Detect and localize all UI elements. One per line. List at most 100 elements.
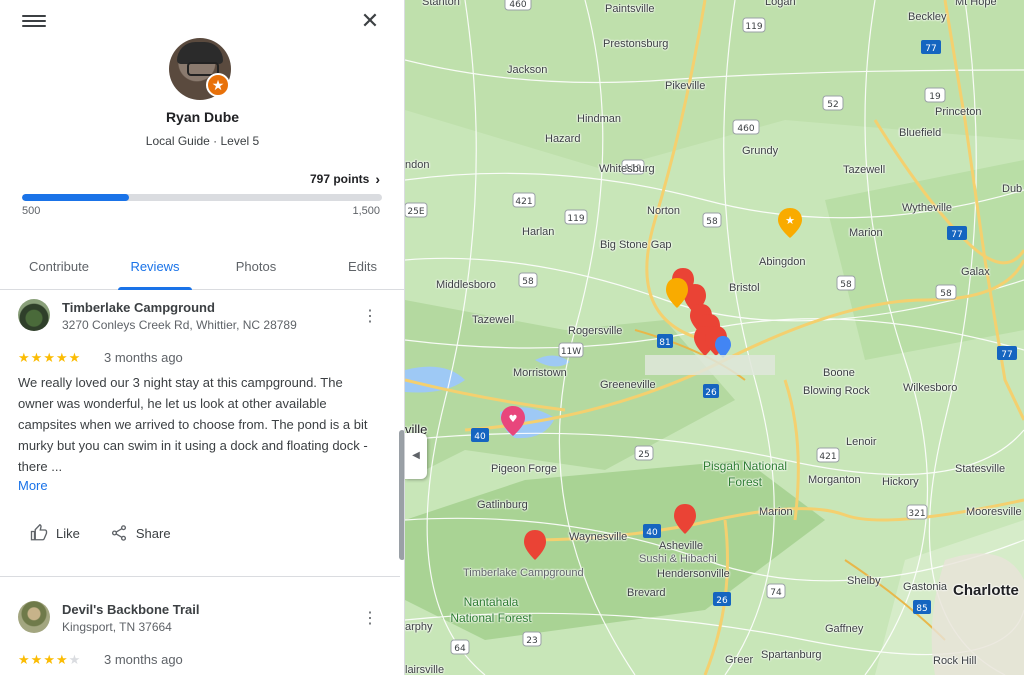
- tab-contribute[interactable]: Contribute: [0, 248, 118, 289]
- map-label[interactable]: Grundy: [742, 145, 778, 157]
- review-time: 3 months ago: [104, 652, 183, 667]
- map-label[interactable]: Timberlake Campground: [463, 567, 584, 579]
- svg-text:85: 85: [916, 604, 927, 614]
- map-label[interactable]: Whitesburg: [599, 163, 655, 175]
- place-thumbnail[interactable]: [18, 299, 50, 331]
- star-icon: ★: [18, 350, 31, 365]
- map-label[interactable]: Hazard: [545, 133, 580, 145]
- map-label[interactable]: Gaffney: [825, 623, 863, 635]
- map-label[interactable]: Harlan: [522, 226, 554, 238]
- map-label[interactable]: Galax: [961, 266, 990, 278]
- like-button[interactable]: Like: [30, 524, 80, 542]
- collapse-panel-button[interactable]: ◀: [405, 433, 427, 479]
- progress-min: 500: [22, 205, 41, 217]
- map-label[interactable]: Bluefield: [899, 127, 941, 139]
- map-label[interactable]: Gatlinburg: [477, 499, 528, 511]
- map-label[interactable]: Hendersonville: [657, 568, 730, 580]
- map-label[interactable]: Logan: [765, 0, 796, 8]
- svg-text:77: 77: [1001, 350, 1012, 360]
- close-button[interactable]: ✕: [358, 9, 382, 33]
- map-label[interactable]: Spartanburg: [761, 649, 822, 661]
- svg-text:460: 460: [509, 0, 526, 10]
- map-label[interactable]: Stanton: [422, 0, 460, 8]
- map-label[interactable]: Princeton: [935, 106, 981, 118]
- map-label[interactable]: Prestonsburg: [603, 38, 668, 50]
- points-link[interactable]: 797 points ›: [310, 171, 380, 187]
- map-label[interactable]: Jackson: [507, 64, 547, 76]
- map-label[interactable]: Tazewell: [472, 314, 514, 326]
- svg-text:26: 26: [716, 596, 728, 606]
- like-label: Like: [56, 525, 80, 541]
- star-rating: ★★★★★: [18, 652, 81, 668]
- map-label[interactable]: Rogersville: [568, 325, 622, 337]
- map-label[interactable]: Morganton: [808, 474, 861, 486]
- map-label[interactable]: Greer: [725, 654, 753, 666]
- menu-icon: [22, 15, 46, 17]
- map-label[interactable]: Beckley: [908, 11, 947, 23]
- svg-text:25E: 25E: [407, 207, 424, 217]
- map-label[interactable]: Rock Hill: [933, 655, 976, 667]
- tab-reviews[interactable]: Reviews: [118, 248, 192, 290]
- map-label[interactable]: Pigeon Forge: [491, 463, 557, 475]
- map-label[interactable]: Marion: [849, 227, 883, 239]
- map-label[interactable]: Boone: [823, 367, 855, 379]
- map-label[interactable]: Mt Hope: [955, 0, 997, 8]
- map-label[interactable]: Hickory: [882, 476, 919, 488]
- map-label[interactable]: Charlotte: [953, 582, 1019, 599]
- map-label[interactable]: Brevard: [627, 587, 666, 599]
- points-progress-fill: [22, 194, 129, 201]
- map-label[interactable]: Tazewell: [843, 164, 885, 176]
- map-label[interactable]: Pisgah National Forest: [695, 458, 795, 490]
- map-label[interactable]: Asheville: [659, 540, 703, 552]
- review-place-title[interactable]: Devil's Backbone Trail: [62, 602, 199, 617]
- more-options-icon[interactable]: ⋮: [362, 307, 378, 327]
- map-label[interactable]: ndon: [405, 159, 429, 171]
- svg-text:40: 40: [474, 432, 486, 442]
- share-icon: [111, 525, 126, 541]
- share-button[interactable]: Share: [110, 524, 171, 542]
- place-thumbnail[interactable]: [18, 601, 50, 633]
- map-label[interactable]: Lenoir: [846, 436, 877, 448]
- svg-text:81: 81: [659, 338, 670, 348]
- map-label[interactable]: Pikeville: [665, 80, 705, 92]
- map-label[interactable]: Wytheville: [902, 202, 952, 214]
- map-label[interactable]: Statesville: [955, 463, 1005, 475]
- user-name: Ryan Dube: [165, 109, 240, 125]
- svg-text:26: 26: [705, 388, 717, 398]
- map-label[interactable]: Abingdon: [759, 256, 806, 268]
- menu-button[interactable]: [22, 12, 46, 32]
- map-label[interactable]: arphy: [405, 621, 433, 633]
- svg-text:77: 77: [951, 230, 962, 240]
- map-label[interactable]: Sushi & Hibachi: [639, 553, 717, 565]
- map-label[interactable]: Wilkesboro: [903, 382, 957, 394]
- map-label[interactable]: Greeneville: [600, 379, 656, 391]
- more-options-icon[interactable]: ⋮: [362, 609, 378, 629]
- map-label[interactable]: Marion: [759, 506, 793, 518]
- map-label[interactable]: Middlesboro: [436, 279, 496, 291]
- review-place-title[interactable]: Timberlake Campground: [62, 300, 215, 315]
- map-label[interactable]: Blowing Rock: [803, 385, 870, 397]
- map-label[interactable]: Mooresville: [966, 506, 1022, 518]
- map-label[interactable]: Shelby: [847, 575, 881, 587]
- chevron-right-icon: ›: [375, 171, 380, 187]
- more-link[interactable]: More: [18, 478, 48, 493]
- map-label[interactable]: Waynesville: [569, 531, 627, 543]
- map-label[interactable]: Dub: [1002, 183, 1022, 195]
- map-label[interactable]: Bristol: [729, 282, 760, 294]
- review-place-address: 3270 Conleys Creek Rd, Whittier, NC 2878…: [62, 318, 297, 332]
- svg-text:119: 119: [745, 22, 762, 32]
- map-label[interactable]: Hindman: [577, 113, 621, 125]
- map-label[interactable]: Gastonia: [903, 581, 947, 593]
- review-text: We really loved our 3 night stay at this…: [18, 375, 368, 474]
- map-label[interactable]: Norton: [647, 205, 680, 217]
- map-label[interactable]: Morristown: [513, 367, 567, 379]
- tab-photos[interactable]: Photos: [192, 248, 320, 289]
- map-label[interactable]: lairsville: [405, 664, 444, 675]
- map-label[interactable]: Nantahala National Forest: [441, 594, 541, 626]
- map-label[interactable]: Paintsville: [605, 3, 655, 15]
- svg-text:52: 52: [827, 100, 838, 110]
- tab-edits[interactable]: Edits: [320, 248, 404, 289]
- svg-text:★: ★: [785, 214, 795, 227]
- map-label[interactable]: Big Stone Gap: [600, 239, 672, 251]
- map-canvas[interactable]: ★ ♥ 460 119 77 52 19 460 119 25E 421 119…: [405, 0, 1024, 675]
